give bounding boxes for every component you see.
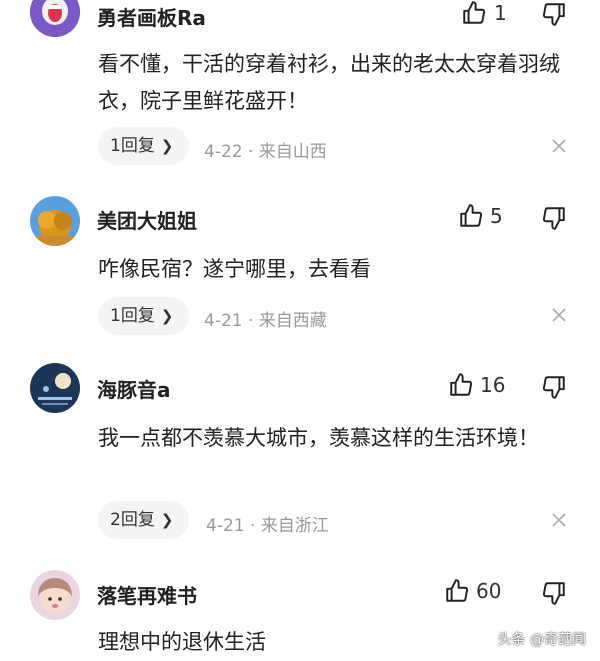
avatar-image bbox=[30, 363, 80, 413]
comment-text: 我一点都不羡慕大城市，羡慕这样的生活环境！ bbox=[98, 426, 539, 450]
comment-meta: 4-21 · 来自西藏 bbox=[204, 311, 327, 331]
username[interactable]: 海豚音a bbox=[97, 374, 171, 403]
username[interactable]: 美团大姐姐 bbox=[97, 205, 197, 234]
like-count: 60 bbox=[476, 579, 502, 603]
thumbs-down-icon[interactable] bbox=[541, 580, 567, 606]
reply-button[interactable]: 1回复 ❯ bbox=[98, 127, 190, 165]
username[interactable]: 落笔再难书 bbox=[97, 580, 197, 609]
avatar[interactable] bbox=[30, 363, 80, 413]
thumbs-up-icon[interactable] bbox=[461, 0, 487, 26]
reply-label: 1回复 bbox=[110, 136, 155, 156]
watermark: 头条 @奇葩闻 bbox=[497, 632, 586, 648]
like-count: 5 bbox=[490, 204, 503, 228]
comment-meta: 4-21 · 来自浙江 bbox=[206, 516, 329, 536]
thumbs-down-icon[interactable] bbox=[541, 1, 567, 27]
username[interactable]: 勇者画板Ra bbox=[97, 2, 206, 31]
avatar-image bbox=[30, 0, 80, 37]
close-icon[interactable] bbox=[550, 137, 568, 155]
thumbs-up-icon[interactable] bbox=[448, 372, 474, 398]
thumbs-down-icon[interactable] bbox=[541, 205, 567, 231]
avatar[interactable] bbox=[30, 0, 80, 37]
close-icon[interactable] bbox=[550, 306, 568, 324]
reply-label: 2回复 bbox=[110, 510, 155, 530]
like-count: 1 bbox=[494, 1, 507, 25]
reply-button[interactable]: 1回复 ❯ bbox=[98, 297, 190, 335]
thumbs-down-icon[interactable] bbox=[541, 374, 567, 400]
avatar[interactable] bbox=[30, 570, 80, 620]
comment-meta: 4-22 · 来自山西 bbox=[204, 142, 327, 162]
thumbs-up-icon[interactable] bbox=[444, 578, 470, 604]
chevron-right-icon: ❯ bbox=[160, 511, 174, 529]
reply-button[interactable]: 2回复 ❯ bbox=[98, 501, 190, 539]
avatar-image bbox=[30, 196, 80, 246]
comment-text: 看不懂，干活的穿着衬衫，出来的老太太穿着羽绒衣，院子里鲜花盛开！ bbox=[98, 52, 560, 113]
reply-label: 1回复 bbox=[110, 306, 155, 326]
avatar-image bbox=[30, 570, 80, 620]
comment-text: 咋像民宿？遂宁哪里，去看看 bbox=[98, 257, 371, 281]
like-count: 16 bbox=[480, 373, 506, 397]
chevron-right-icon: ❯ bbox=[160, 307, 174, 325]
chevron-right-icon: ❯ bbox=[160, 137, 174, 155]
avatar[interactable] bbox=[30, 196, 80, 246]
thumbs-up-icon[interactable] bbox=[458, 203, 484, 229]
close-icon[interactable] bbox=[550, 511, 568, 529]
